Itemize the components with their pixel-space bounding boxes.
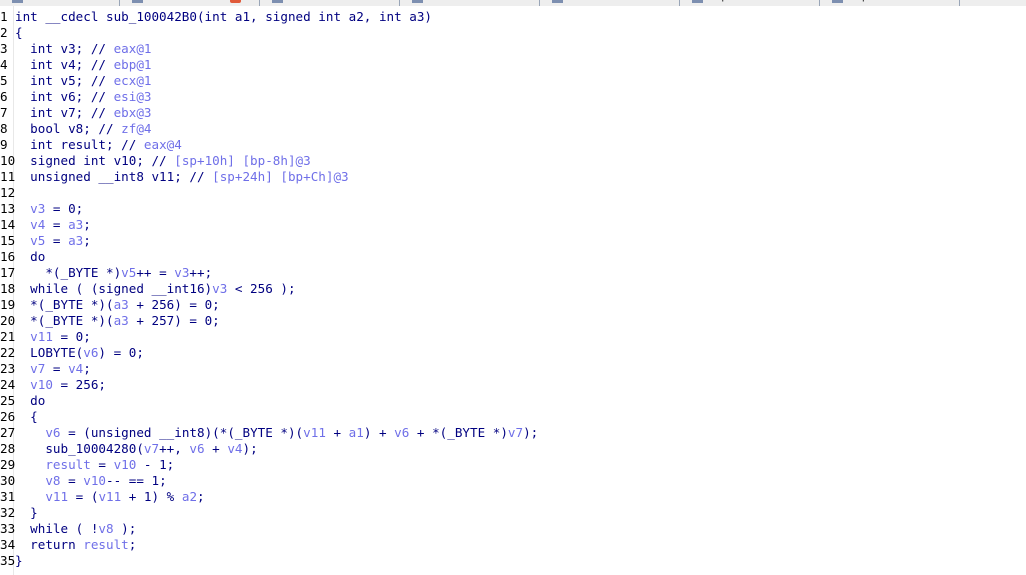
code-text: v8 = v10-- == 1; bbox=[45, 473, 167, 488]
tab-icon bbox=[12, 0, 23, 3]
line-number: 6 bbox=[0, 89, 8, 104]
line-number: 29 bbox=[0, 457, 16, 472]
tab-label: Structures bbox=[428, 0, 483, 2]
tab-label: Imports bbox=[708, 0, 748, 2]
line-number: 31 bbox=[0, 489, 16, 504]
code-text: do bbox=[15, 393, 46, 408]
code-text: signed int v10; // [sp+10h] [bp-8h]@3 bbox=[15, 153, 311, 168]
line-number: 9 bbox=[0, 137, 8, 152]
line-number: 2 bbox=[0, 25, 8, 40]
line-number: 19 bbox=[0, 297, 16, 312]
code-text: int __cdecl sub_100042B0(int a1, signed … bbox=[15, 9, 433, 24]
code-text: { bbox=[15, 25, 23, 40]
code-text: sub_10004280(v7++, v6 + v4); bbox=[15, 441, 258, 456]
line-number: 23 bbox=[0, 361, 16, 376]
code-text: int v5; // ecx@1 bbox=[15, 73, 152, 88]
code-text: *(_BYTE *)v5++ = v3++; bbox=[15, 265, 213, 280]
tab-label: Enums bbox=[568, 0, 605, 2]
tab-icon bbox=[412, 0, 423, 3]
line-number: 21 bbox=[0, 329, 16, 344]
line-number: 1 bbox=[0, 9, 8, 24]
close-tab-icon[interactable] bbox=[230, 0, 241, 3]
line-number: 4 bbox=[0, 57, 8, 72]
line-number: 7 bbox=[0, 105, 8, 120]
code-text: v11 = (v11 + 1) % a2; bbox=[45, 489, 205, 504]
code-text: *(_BYTE *)(a3 + 257) = 0; bbox=[15, 313, 220, 328]
code-text: return result; bbox=[15, 537, 137, 552]
line-number: 14 bbox=[0, 217, 16, 232]
code-text: v4 = a3; bbox=[30, 217, 91, 232]
code-text: LOBYTE(v6) = 0; bbox=[15, 345, 144, 360]
line-number: 25 bbox=[0, 393, 16, 408]
line-number: 17 bbox=[0, 265, 16, 280]
code-text: bool v8; // zf@4 bbox=[15, 121, 152, 136]
code-text: int v7; // ebx@3 bbox=[15, 105, 152, 120]
code-text: *(_BYTE *)(a3 + 256) = 0; bbox=[15, 297, 220, 312]
code-text: int v4; // ebp@1 bbox=[15, 57, 152, 72]
tab-icon bbox=[692, 0, 703, 3]
code-text: v6 = (unsigned __int8)(*(_BYTE *)(v11 + … bbox=[45, 425, 539, 440]
line-number: 22 bbox=[0, 345, 16, 360]
line-number: 30 bbox=[0, 473, 16, 488]
tab-icon bbox=[272, 0, 283, 3]
code-text: unsigned __int8 v11; // [sp+24h] [bp+Ch]… bbox=[15, 169, 349, 184]
code-text: v10 = 256; bbox=[30, 377, 106, 392]
line-number: 34 bbox=[0, 537, 16, 552]
line-number: 16 bbox=[0, 249, 16, 264]
line-number: 27 bbox=[0, 425, 16, 440]
line-number: 15 bbox=[0, 233, 16, 248]
code-text: v7 = v4; bbox=[30, 361, 91, 376]
line-number: 10 bbox=[0, 153, 16, 168]
code-text: v3 = 0; bbox=[30, 201, 84, 216]
tab-icon bbox=[552, 0, 563, 3]
line-number: 18 bbox=[0, 281, 16, 296]
code-text: } bbox=[15, 505, 38, 520]
code-text: while ( !v8 ); bbox=[15, 521, 137, 536]
code-text: int v3; // eax@1 bbox=[15, 41, 152, 56]
code-text: result = v10 - 1; bbox=[45, 457, 175, 472]
line-number: 35 bbox=[0, 553, 16, 568]
pseudocode-editor[interactable]: 1 int __cdecl sub_100042B0(int a1, signed… bbox=[0, 6, 1026, 575]
line-number: 28 bbox=[0, 441, 16, 456]
tab-label: Pseudocode-A bbox=[148, 0, 227, 2]
code-text: v11 = 0; bbox=[30, 329, 91, 344]
line-number: 13 bbox=[0, 201, 16, 216]
line-number: 33 bbox=[0, 521, 16, 536]
line-number: 24 bbox=[0, 377, 16, 392]
tab-label: Hex View bbox=[288, 0, 338, 2]
line-number: 11 bbox=[0, 169, 16, 184]
line-number: 20 bbox=[0, 313, 16, 328]
tab-label: IDA View bbox=[28, 0, 76, 2]
code-text: do bbox=[15, 249, 46, 264]
tab-icon bbox=[132, 0, 143, 3]
line-number: 32 bbox=[0, 505, 16, 520]
line-number: 5 bbox=[0, 73, 8, 88]
line-number: 12 bbox=[0, 185, 16, 200]
line-number: 26 bbox=[0, 409, 16, 424]
code-text: v5 = a3; bbox=[30, 233, 91, 248]
code-text: int v6; // esi@3 bbox=[15, 89, 152, 104]
code-text: while ( (signed __int16)v3 < 256 ); bbox=[15, 281, 296, 296]
tab-label: Exports bbox=[848, 0, 889, 2]
line-number: 8 bbox=[0, 121, 8, 136]
line-number: 3 bbox=[0, 41, 8, 56]
tab-icon bbox=[832, 0, 843, 3]
code-text: { bbox=[15, 409, 38, 424]
code-text: int result; // eax@4 bbox=[15, 137, 182, 152]
code-text: } bbox=[15, 553, 23, 568]
